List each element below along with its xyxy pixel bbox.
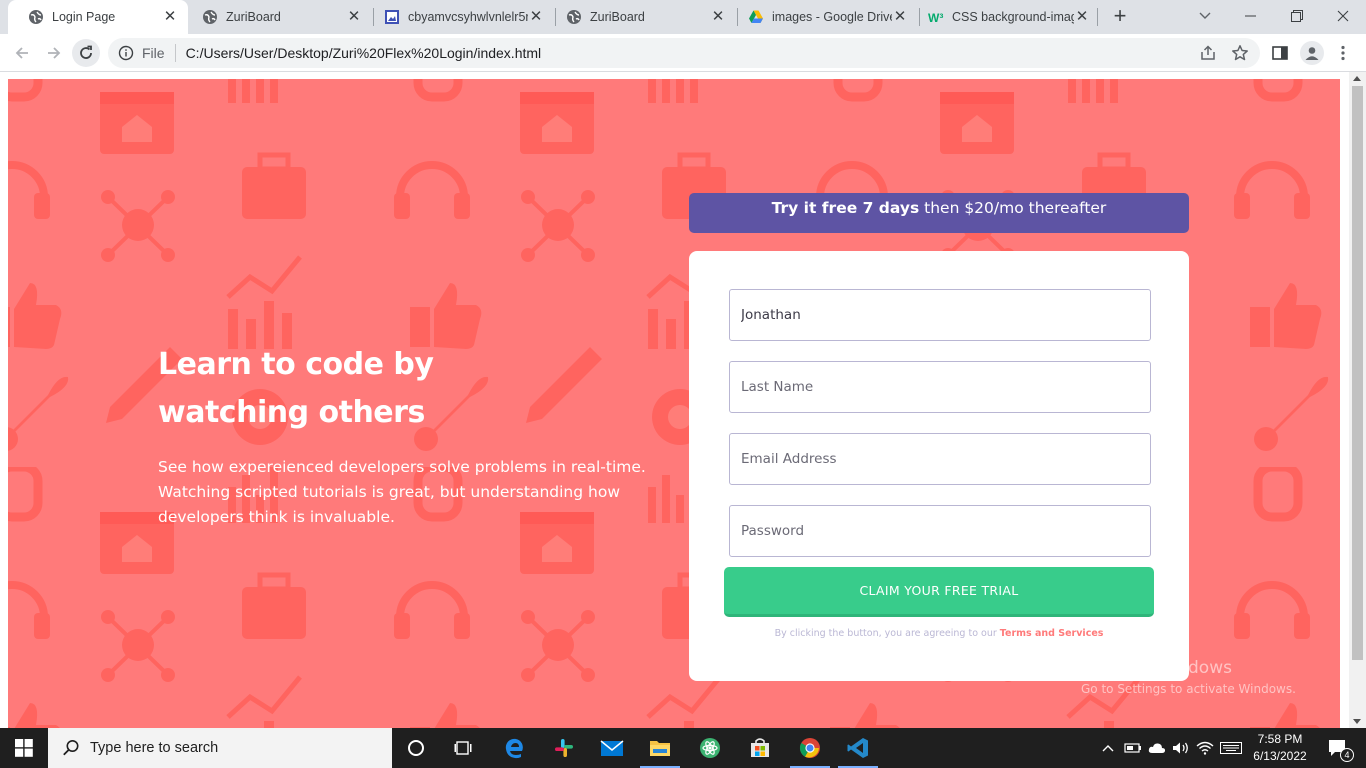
atom-icon[interactable] (686, 728, 734, 768)
w3schools-icon: W³ (928, 9, 944, 25)
show-hidden-icons-icon[interactable] (1098, 728, 1118, 768)
new-tab-button[interactable]: + (1108, 5, 1132, 29)
back-icon[interactable] (8, 39, 36, 67)
info-icon[interactable] (118, 45, 134, 61)
search-icon (62, 739, 80, 757)
mail-icon[interactable] (588, 728, 636, 768)
clock-time: 7:58 PM (1257, 732, 1303, 746)
terms-text: By clicking the button, you are agreeing… (774, 628, 1000, 639)
share-icon[interactable] (1198, 43, 1218, 63)
tab-login-page[interactable]: Login Page ✕ (8, 0, 188, 34)
onedrive-cloud-icon[interactable] (1146, 728, 1168, 768)
tab-strip: Login Page ✕ ZuriBoard ✕ cbyamvcsyhwlvnl… (0, 0, 1366, 34)
chrome-icon[interactable] (786, 728, 834, 768)
claim-free-trial-button[interactable]: CLAIM YOUR FREE TRIAL (724, 567, 1154, 617)
trial-banner: Try it free 7 days then $20/mo thereafte… (689, 193, 1189, 233)
task-view-icon[interactable] (440, 728, 488, 768)
first-name-field[interactable] (729, 289, 1151, 341)
globe-icon (202, 9, 218, 25)
tab-title: ZuriBoard (226, 10, 281, 24)
taskbar-search-box[interactable]: Type here to search (48, 728, 392, 768)
watermark-title: Activate Windows (1081, 658, 1232, 678)
notification-count-badge: 4 (1340, 748, 1354, 762)
hero-description: See how expereienced developers solve pr… (158, 458, 646, 526)
close-tab-icon[interactable]: ✕ (1074, 9, 1090, 25)
close-tab-icon[interactable]: ✕ (346, 9, 362, 25)
reload-icon[interactable] (72, 39, 100, 67)
trial-banner-text: then $20/mo thereafter (919, 199, 1107, 217)
svg-text:W³: W³ (928, 11, 943, 25)
tab-zuriboard[interactable]: ZuriBoard ✕ (182, 0, 372, 34)
scroll-thumb[interactable] (1352, 86, 1363, 660)
globe-icon (566, 9, 582, 25)
profile-avatar-icon[interactable] (1300, 41, 1324, 65)
windows-taskbar: Type here to search 7:58 PM 6/13/2022 4 (0, 728, 1366, 768)
system-clock[interactable]: 7:58 PM 6/13/2022 (1245, 731, 1315, 765)
tab-title: images - Google Drive (772, 10, 892, 24)
cortana-icon[interactable] (392, 728, 440, 768)
tab-separator (1097, 8, 1098, 26)
tab-google-drive[interactable]: images - Google Drive ✕ (728, 0, 918, 34)
activate-windows-watermark: Activate Windows Go to Settings to activ… (1081, 658, 1296, 696)
tab-zuriboard-2[interactable]: ZuriBoard ✕ (546, 0, 736, 34)
scroll-down-arrow-icon[interactable] (1353, 719, 1361, 724)
tab-title: Login Page (52, 10, 116, 24)
signup-card: CLAIM YOUR FREE TRIAL By clicking the bu… (689, 251, 1189, 681)
email-field[interactable] (729, 433, 1151, 485)
browser-toolbar: File C:/Users/User/Desktop/Zuri%20Flex%2… (0, 34, 1366, 72)
battery-icon[interactable] (1122, 728, 1144, 768)
url-scheme-label: File (142, 45, 165, 61)
close-tab-icon[interactable]: ✕ (528, 9, 544, 25)
tab-w3schools[interactable]: W³ CSS background-imag ✕ (908, 0, 1100, 34)
side-panel-icon[interactable] (1270, 43, 1290, 63)
slack-icon[interactable] (540, 728, 588, 768)
trial-banner-highlight: Try it free 7 days (771, 199, 920, 217)
tab-search-icon[interactable] (1182, 0, 1228, 32)
page-scrollbar[interactable] (1349, 72, 1366, 728)
terms-link[interactable]: Terms and Services (1000, 628, 1104, 639)
wifi-icon[interactable] (1194, 728, 1216, 768)
image-file-icon (384, 9, 400, 25)
tab-image-file[interactable]: cbyamvcsyhwlvnlelr5r ✕ (364, 0, 554, 34)
tab-title: ZuriBoard (590, 10, 645, 24)
edge-icon[interactable] (490, 728, 538, 768)
minimize-icon[interactable] (1228, 0, 1274, 32)
last-name-field[interactable] (729, 361, 1151, 413)
watermark-subtitle: Go to Settings to activate Windows. (1081, 682, 1296, 696)
bookmark-star-icon[interactable] (1230, 43, 1250, 63)
keyboard-icon[interactable] (1218, 728, 1244, 768)
file-explorer-icon[interactable] (636, 728, 684, 768)
store-icon[interactable] (736, 728, 784, 768)
landing-page: Learn to code by watching others See how… (8, 79, 1340, 728)
tab-title: CSS background-imag (952, 10, 1074, 24)
password-field[interactable] (729, 505, 1151, 557)
url-text[interactable]: C:/Users/User/Desktop/Zuri%20Flex%20Logi… (186, 45, 542, 61)
scroll-up-arrow-icon[interactable] (1353, 76, 1361, 81)
restore-icon[interactable] (1274, 0, 1320, 32)
close-window-icon[interactable] (1320, 0, 1366, 32)
hero-headline: Learn to code by watching others (158, 347, 434, 430)
notification-center-icon[interactable]: 4 (1318, 728, 1358, 768)
page-viewport: Learn to code by watching others See how… (0, 72, 1366, 728)
terms-notice: By clicking the button, you are agreeing… (689, 628, 1189, 639)
search-placeholder: Type here to search (90, 740, 219, 756)
globe-icon (28, 9, 44, 25)
close-tab-icon[interactable]: ✕ (710, 9, 726, 25)
omnibox-divider (174, 44, 176, 62)
close-tab-icon[interactable]: ✕ (892, 9, 908, 25)
volume-icon[interactable] (1170, 728, 1192, 768)
tab-title: cbyamvcsyhwlvnlelr5r (408, 10, 528, 24)
google-drive-icon (748, 9, 764, 25)
more-menu-icon[interactable] (1333, 43, 1353, 63)
close-tab-icon[interactable]: ✕ (162, 9, 178, 25)
start-button-icon[interactable] (0, 728, 48, 768)
vscode-icon[interactable] (834, 728, 882, 768)
forward-icon[interactable] (40, 39, 68, 67)
address-bar[interactable]: File C:/Users/User/Desktop/Zuri%20Flex%2… (108, 38, 1260, 68)
clock-date: 6/13/2022 (1253, 749, 1307, 763)
